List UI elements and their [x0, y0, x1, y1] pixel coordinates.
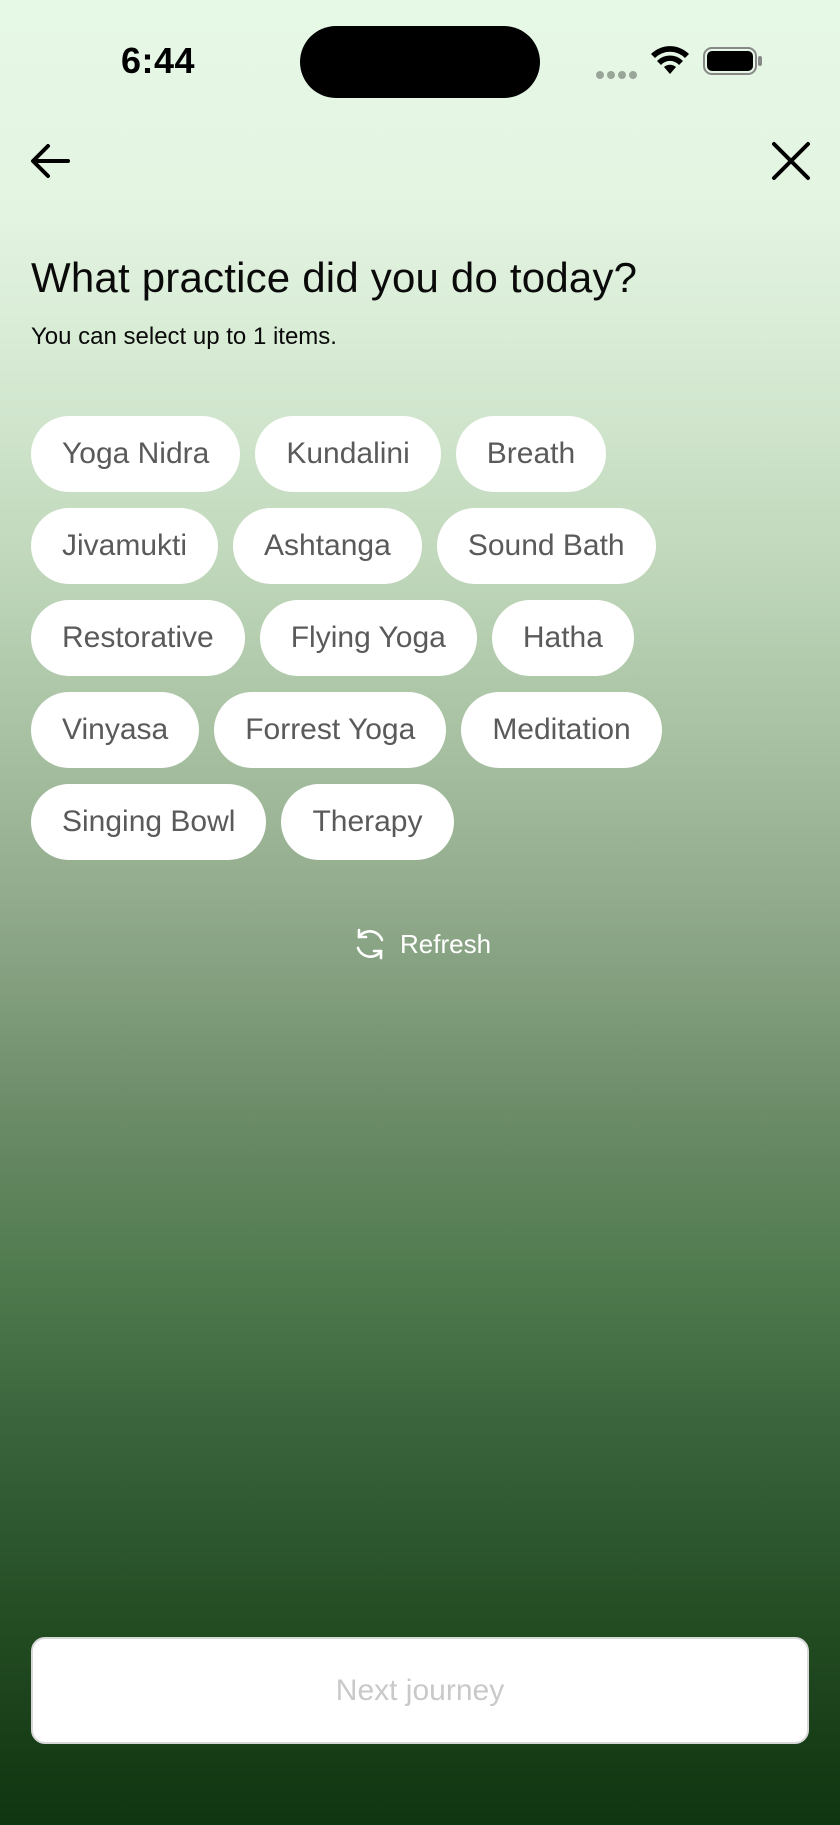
chip-flying-yoga[interactable]: Flying Yoga — [259, 600, 477, 676]
chip-therapy[interactable]: Therapy — [281, 784, 454, 860]
chip-row: Restorative Flying Yoga Hatha — [31, 600, 731, 676]
chip-row: Yoga Nidra Kundalini Breath — [31, 416, 731, 492]
battery-icon — [703, 47, 762, 75]
page-subtitle: You can select up to 1 items. — [31, 323, 337, 350]
chip-jivamukti[interactable]: Jivamukti — [31, 508, 219, 584]
refresh-icon — [356, 928, 384, 960]
chip-yoga-nidra[interactable]: Yoga Nidra — [31, 416, 241, 492]
chip-kundalini[interactable]: Kundalini — [255, 416, 441, 492]
chip-row: Jivamukti Ashtanga Sound Bath — [31, 508, 731, 584]
chip-row: Vinyasa Forrest Yoga Meditation — [31, 692, 731, 768]
close-icon[interactable] — [766, 136, 816, 186]
chip-vinyasa[interactable]: Vinyasa — [31, 692, 200, 768]
chip-forrest-yoga[interactable]: Forrest Yoga — [214, 692, 447, 768]
signal-dots-icon — [596, 66, 640, 79]
wifi-icon — [651, 46, 689, 74]
chip-singing-bowl[interactable]: Singing Bowl — [31, 784, 267, 860]
chip-restorative[interactable]: Restorative — [31, 600, 245, 676]
chip-hatha[interactable]: Hatha — [491, 600, 634, 676]
refresh-label: Refresh — [400, 928, 492, 959]
refresh-button[interactable]: Refresh — [352, 922, 491, 966]
chip-ashtanga[interactable]: Ashtanga — [233, 508, 422, 584]
practice-chip-list: Yoga Nidra Kundalini Breath Jivamukti As… — [31, 416, 731, 876]
chip-sound-bath[interactable]: Sound Bath — [436, 508, 656, 584]
page-title: What practice did you do today? — [31, 254, 638, 301]
status-bar: 6:44 — [0, 0, 840, 120]
status-time: 6:44 — [121, 40, 196, 81]
chip-row: Singing Bowl Therapy — [31, 784, 731, 860]
chip-breath[interactable]: Breath — [455, 416, 607, 492]
next-journey-button[interactable]: Next journey — [31, 1637, 809, 1744]
arrow-left-icon[interactable] — [26, 136, 76, 186]
dynamic-island — [300, 26, 540, 98]
chip-meditation[interactable]: Meditation — [461, 692, 662, 768]
